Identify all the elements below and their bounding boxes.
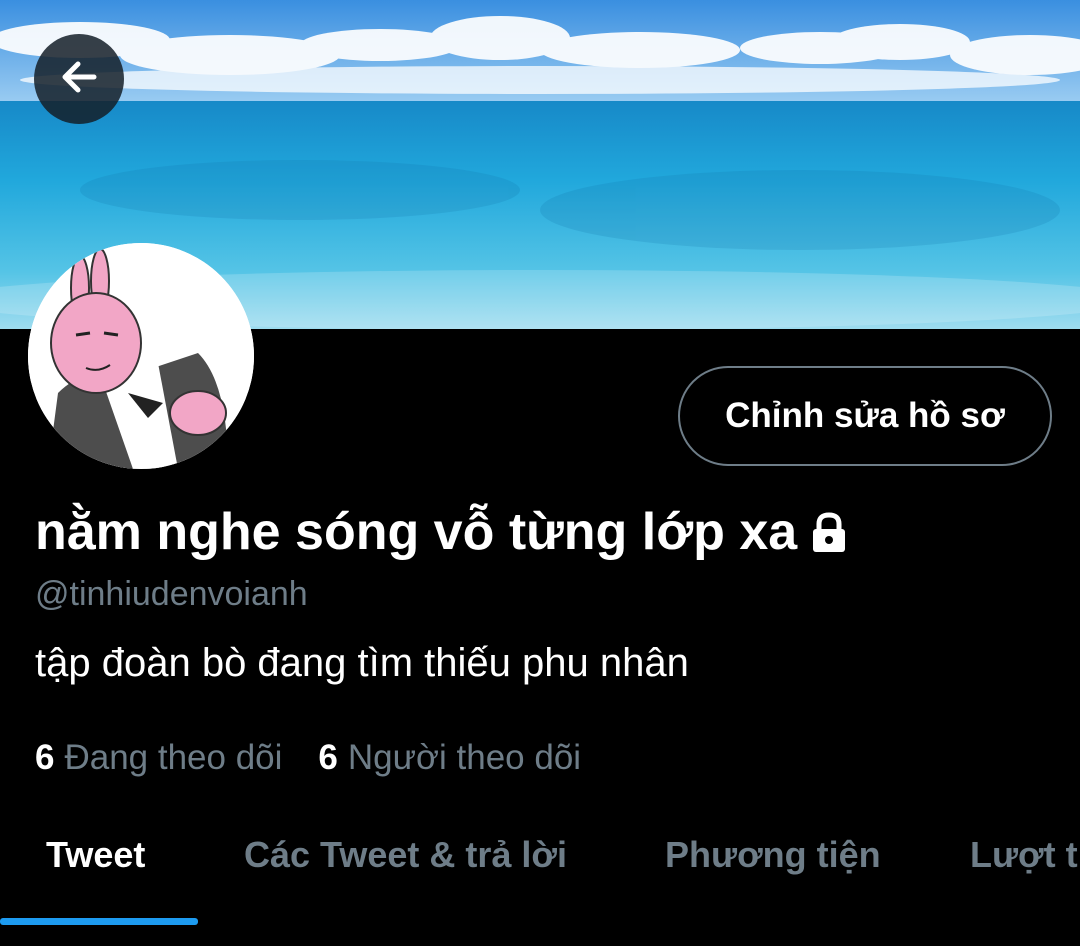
display-name-row: nằm nghe sóng vỗ từng lớp xa bbox=[35, 502, 851, 562]
username-handle: @tinhiudenvoianh bbox=[35, 575, 308, 613]
active-tab-indicator bbox=[0, 918, 198, 925]
edit-profile-button[interactable]: Chỉnh sửa hồ sơ bbox=[678, 366, 1052, 466]
edit-profile-label: Chỉnh sửa hồ sơ bbox=[725, 396, 1005, 435]
followers-link[interactable]: 6 Người theo dõi bbox=[318, 738, 581, 778]
followers-label: Người theo dõi bbox=[347, 738, 582, 777]
display-name: nằm nghe sóng vỗ từng lớp xa bbox=[35, 503, 798, 561]
tab-media[interactable]: Phương tiện bbox=[665, 834, 881, 876]
lock-icon bbox=[807, 510, 851, 554]
tab-tweets-and-replies[interactable]: Các Tweet & trả lời bbox=[244, 834, 567, 876]
tab-likes[interactable]: Lượt thích bbox=[970, 834, 1080, 876]
profile-tabs: Tweet Các Tweet & trả lời Phương tiện Lư… bbox=[0, 810, 1080, 946]
back-button[interactable] bbox=[34, 34, 124, 124]
arrow-left-icon bbox=[54, 52, 104, 107]
avatar-image bbox=[28, 243, 254, 469]
tab-tweets[interactable]: Tweet bbox=[46, 834, 145, 876]
follow-stats: 6 Đang theo dõi 6 Người theo dõi bbox=[35, 738, 617, 778]
profile-bio: tập đoàn bò đang tìm thiếu phu nhân bbox=[35, 641, 689, 685]
following-label: Đang theo dõi bbox=[64, 738, 283, 777]
avatar[interactable] bbox=[28, 243, 254, 469]
followers-count: 6 bbox=[318, 738, 338, 777]
following-link[interactable]: 6 Đang theo dõi bbox=[35, 738, 282, 778]
following-count: 6 bbox=[35, 738, 55, 777]
